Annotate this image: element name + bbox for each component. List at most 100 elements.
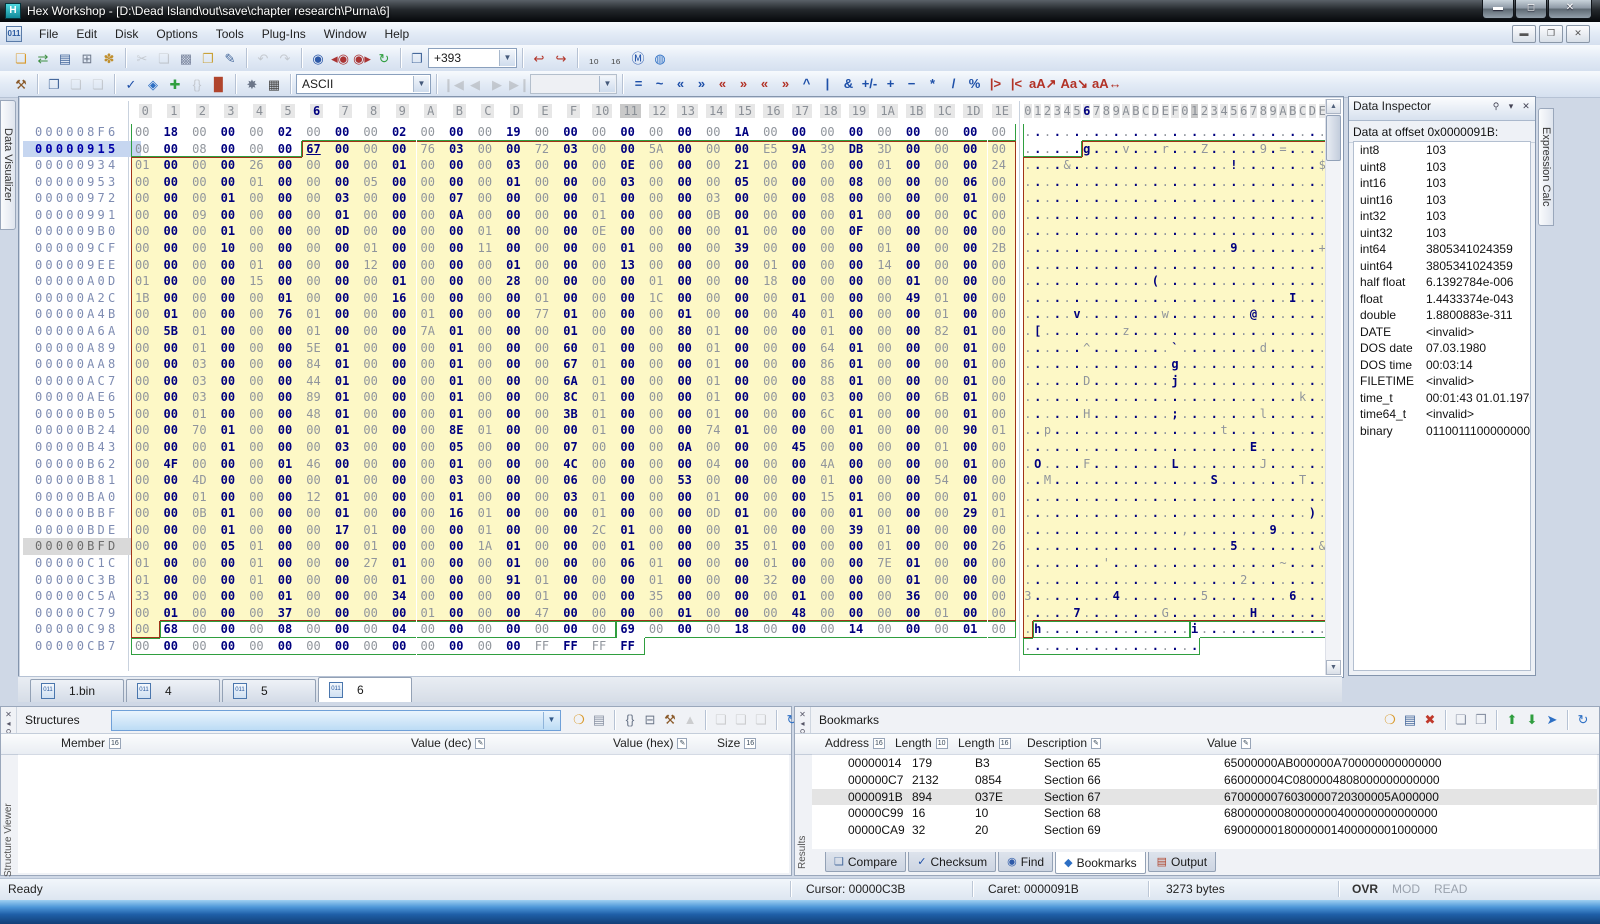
hex-byte[interactable]: 00 <box>388 141 417 158</box>
hex-byte[interactable]: 00 <box>616 588 645 605</box>
hex-byte[interactable]: 00 <box>188 157 217 174</box>
ascii-char[interactable]: 9 <box>1229 240 1239 257</box>
hex-byte[interactable]: 00 <box>474 124 503 141</box>
copy-as-icon[interactable]: ❐ <box>44 75 64 94</box>
ascii-char[interactable]: . <box>1200 174 1210 191</box>
hex-byte[interactable]: 01 <box>588 406 617 423</box>
document-icon[interactable]: 011 <box>6 26 22 42</box>
ascii-char[interactable]: . <box>1268 223 1278 240</box>
hex-byte[interactable]: 00 <box>359 340 388 357</box>
hex-byte[interactable]: 01 <box>559 323 588 340</box>
ascii-char[interactable]: @ <box>1249 306 1259 323</box>
hex-byte[interactable]: 00 <box>902 240 931 257</box>
hex-byte[interactable]: 00 <box>559 207 588 224</box>
ascii-char[interactable]: . <box>1092 406 1102 423</box>
hex-byte[interactable]: 00 <box>873 422 902 439</box>
ascii-char[interactable]: . <box>1258 555 1268 572</box>
copy-offset-icon[interactable]: ❐ <box>407 49 427 68</box>
ascii-char[interactable]: . <box>1219 240 1229 257</box>
ascii-char[interactable]: . <box>1101 340 1111 357</box>
ascii-char[interactable]: . <box>1141 456 1151 473</box>
hex-byte[interactable]: 01 <box>445 373 474 390</box>
hex-byte[interactable]: 00 <box>502 621 531 638</box>
hex-byte[interactable]: 00 <box>302 422 331 439</box>
hex-byte[interactable]: 00 <box>531 373 560 390</box>
hex-byte[interactable]: 6B <box>930 389 959 406</box>
ascii-char[interactable]: . <box>1298 290 1308 307</box>
hex-byte[interactable]: 01 <box>988 422 1017 439</box>
hex-byte[interactable]: 03 <box>188 356 217 373</box>
hex-byte[interactable]: 00 <box>959 538 988 555</box>
hex-byte[interactable]: 00 <box>359 323 388 340</box>
ascii-char[interactable]: . <box>1180 240 1190 257</box>
hex-byte[interactable]: 00 <box>645 505 674 522</box>
hex-byte[interactable]: 01 <box>702 489 731 506</box>
ascii-char[interactable]: . <box>1141 472 1151 489</box>
ascii-char[interactable]: . <box>1249 588 1259 605</box>
hex-byte[interactable]: 00 <box>274 207 303 224</box>
hex-byte[interactable]: 00 <box>188 273 217 290</box>
hex-byte[interactable]: 01 <box>588 505 617 522</box>
ascii-char[interactable]: . <box>1307 389 1317 406</box>
ascii-char[interactable]: . <box>1052 439 1062 456</box>
ascii-char[interactable]: . <box>1190 522 1200 539</box>
ascii-char[interactable]: . <box>1298 356 1308 373</box>
ascii-char[interactable]: . <box>1229 439 1239 456</box>
ascii-char[interactable]: . <box>1219 522 1229 539</box>
ascii-char[interactable]: . <box>1288 207 1298 224</box>
ascii-char[interactable]: . <box>1209 555 1219 572</box>
copy-bookmark-icon[interactable]: ❏ <box>1452 710 1470 729</box>
hex-byte[interactable]: 00 <box>131 223 160 240</box>
hex-byte[interactable]: 00 <box>845 124 874 141</box>
ascii-char[interactable]: . <box>1141 174 1151 191</box>
refresh-bookmarks-icon[interactable]: ↻ <box>1574 710 1592 729</box>
ascii-char[interactable]: . <box>1101 538 1111 555</box>
hex-byte[interactable]: 01 <box>673 605 702 622</box>
ascii-char[interactable]: . <box>1121 638 1131 655</box>
ascii-char[interactable]: . <box>1131 389 1141 406</box>
ascii-char[interactable]: . <box>1111 174 1121 191</box>
ascii-char[interactable]: . <box>1043 505 1053 522</box>
ascii-char[interactable]: . <box>1141 273 1151 290</box>
ascii-char[interactable]: . <box>1043 290 1053 307</box>
hex-byte[interactable]: 00 <box>217 290 246 307</box>
ascii-char[interactable]: . <box>1160 439 1170 456</box>
ascii-char[interactable]: . <box>1239 340 1249 357</box>
ascii-char[interactable]: . <box>1307 538 1317 555</box>
hex-byte[interactable]: 4C <box>559 456 588 473</box>
pin-icon[interactable]: ⚲ <box>1489 99 1503 113</box>
ascii-char[interactable]: . <box>1160 240 1170 257</box>
ascii-char[interactable]: j <box>1170 373 1180 390</box>
ascii-char[interactable]: . <box>1209 157 1219 174</box>
hex-byte[interactable]: 00 <box>359 439 388 456</box>
ascii-char[interactable]: . <box>1219 456 1229 473</box>
ascii-char[interactable]: . <box>1160 340 1170 357</box>
ascii-char[interactable]: J <box>1258 456 1268 473</box>
ascii-char[interactable]: I <box>1288 290 1298 307</box>
ascii-char[interactable]: . <box>1229 555 1239 572</box>
hex-byte[interactable]: 00 <box>559 422 588 439</box>
hex-byte[interactable]: 01 <box>474 422 503 439</box>
ascii-char[interactable]: . <box>1229 489 1239 506</box>
ascii-char[interactable]: . <box>1082 356 1092 373</box>
ascii-char[interactable]: . <box>1131 240 1141 257</box>
hex-row[interactable]: 00000C9800.68h00.00.00.08.00.00.00.04.00… <box>19 621 1343 638</box>
ascii-char[interactable]: . <box>1298 190 1308 207</box>
ascii-char[interactable]: . <box>1072 456 1082 473</box>
ascii-char[interactable]: . <box>1082 522 1092 539</box>
ascii-char[interactable]: . <box>1170 489 1180 506</box>
ascii-char[interactable]: . <box>1131 406 1141 423</box>
ascii-char[interactable]: h <box>1033 621 1043 638</box>
ascii-char[interactable]: . <box>1151 356 1161 373</box>
ascii-char[interactable]: . <box>1200 373 1210 390</box>
hex-byte[interactable]: 00 <box>616 306 645 323</box>
ascii-char[interactable]: . <box>1111 439 1121 456</box>
ascii-char[interactable]: . <box>1023 124 1033 141</box>
hex-byte[interactable]: 00 <box>816 223 845 240</box>
hex-byte[interactable]: 00 <box>131 323 160 340</box>
ascii-char[interactable]: 7 <box>1072 605 1082 622</box>
ascii-char[interactable]: . <box>1239 389 1249 406</box>
ascii-char[interactable]: . <box>1023 572 1033 589</box>
hex-byte[interactable]: 00 <box>645 223 674 240</box>
op-negate-icon[interactable]: +/- <box>859 74 880 94</box>
